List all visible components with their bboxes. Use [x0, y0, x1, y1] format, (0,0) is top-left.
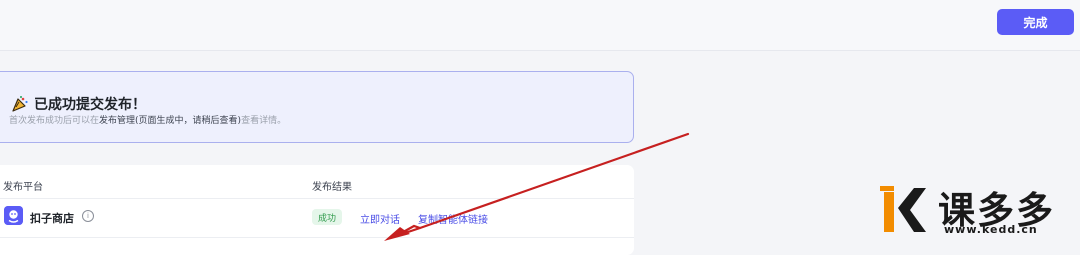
watermark-logo: 课多多 www.kedd.cn: [880, 180, 1080, 240]
kedd-logo-icon: [880, 186, 926, 232]
watermark-url: www.kedd.cn: [944, 223, 1038, 236]
